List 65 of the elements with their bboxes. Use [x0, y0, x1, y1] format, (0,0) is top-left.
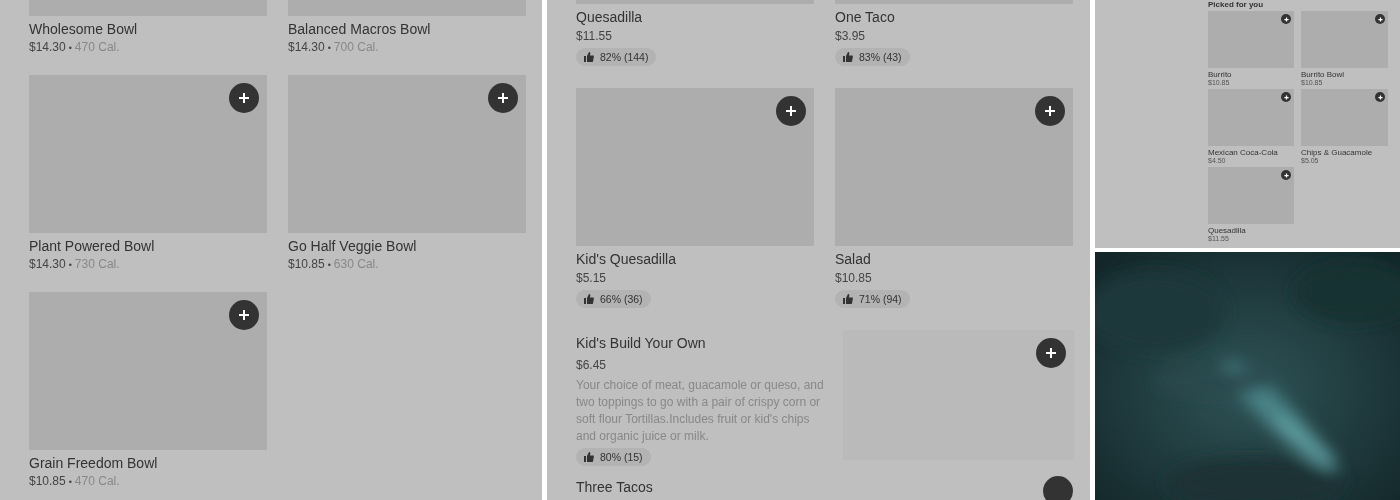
add-button[interactable]	[229, 83, 259, 113]
item-price: $6.45	[576, 357, 608, 374]
item-price: $10.85	[288, 257, 325, 271]
plus-icon	[1377, 94, 1383, 100]
plus-icon	[497, 92, 509, 104]
item-name: Go Half Veggie Bowl	[288, 237, 418, 255]
item-name: Wholesome Bowl	[29, 20, 139, 38]
rating-text: 71% (94)	[859, 293, 902, 305]
item-price: $5.15	[576, 270, 608, 287]
item-name: Plant Powered Bowl	[29, 237, 156, 255]
plus-icon	[1377, 16, 1383, 22]
item-name: Kid's Build Your Own	[576, 334, 707, 352]
item-name: Burrito	[1208, 70, 1233, 79]
item-price: $10.85	[835, 270, 873, 287]
plus-icon	[238, 309, 250, 321]
separator-dot: •	[68, 260, 72, 270]
rating-text: 80% (15)	[600, 451, 643, 463]
add-button[interactable]	[1375, 14, 1385, 24]
rating-text: 66% (36)	[600, 293, 643, 305]
plus-icon	[1044, 105, 1056, 117]
add-button[interactable]	[1375, 92, 1385, 102]
item-name: Mexican Coca-Cola	[1208, 148, 1279, 157]
plus-icon	[1283, 94, 1289, 100]
add-button[interactable]	[229, 300, 259, 330]
item-name: Quesadilla	[1208, 226, 1247, 235]
item-name: Grain Freedom Bowl	[29, 454, 159, 472]
thumbs-up-icon	[584, 52, 594, 62]
section-title: Picked for you	[1208, 0, 1265, 9]
add-button[interactable]	[1035, 96, 1065, 126]
thumbs-up-icon	[843, 294, 853, 304]
plus-icon	[1045, 347, 1057, 359]
add-button[interactable]	[776, 96, 806, 126]
separator-dot: •	[68, 43, 72, 53]
item-price: $14.30	[29, 257, 66, 271]
item-name: Three Tacos	[576, 478, 653, 497]
rating-text: 82% (144)	[600, 51, 649, 63]
item-price: $11.55	[576, 28, 613, 45]
separator-dot: •	[327, 43, 331, 53]
plus-icon	[785, 105, 797, 117]
plus-icon	[1283, 16, 1289, 22]
item-price: $14.30	[29, 40, 66, 54]
add-button[interactable]	[1043, 476, 1073, 500]
item-name: Quesadilla	[576, 8, 644, 26]
add-button[interactable]	[1281, 14, 1291, 24]
add-button[interactable]	[1281, 92, 1291, 102]
item-price: $3.95	[835, 28, 867, 45]
rating-text: 83% (43)	[859, 51, 902, 63]
add-button[interactable]	[1036, 338, 1066, 368]
item-name: Balanced Macros Bowl	[288, 20, 432, 38]
item-name: Chips & Guacamole	[1301, 148, 1374, 157]
item-name: Kid's Quesadilla	[576, 250, 677, 268]
separator-dot: •	[68, 477, 72, 487]
add-button[interactable]	[1281, 170, 1291, 180]
item-name: Salad	[835, 250, 872, 268]
plus-icon	[1283, 172, 1289, 178]
thumbs-up-icon	[584, 452, 594, 462]
add-button[interactable]	[488, 83, 518, 113]
plus-icon	[238, 92, 250, 104]
item-price: $14.30	[288, 40, 325, 54]
item-name: One Taco	[835, 8, 896, 26]
item-name: Burrito Bowl	[1301, 70, 1346, 79]
thumbs-up-icon	[843, 52, 853, 62]
separator-dot: •	[327, 260, 331, 270]
thumbs-up-icon	[584, 294, 594, 304]
item-price: $10.85	[29, 474, 66, 488]
